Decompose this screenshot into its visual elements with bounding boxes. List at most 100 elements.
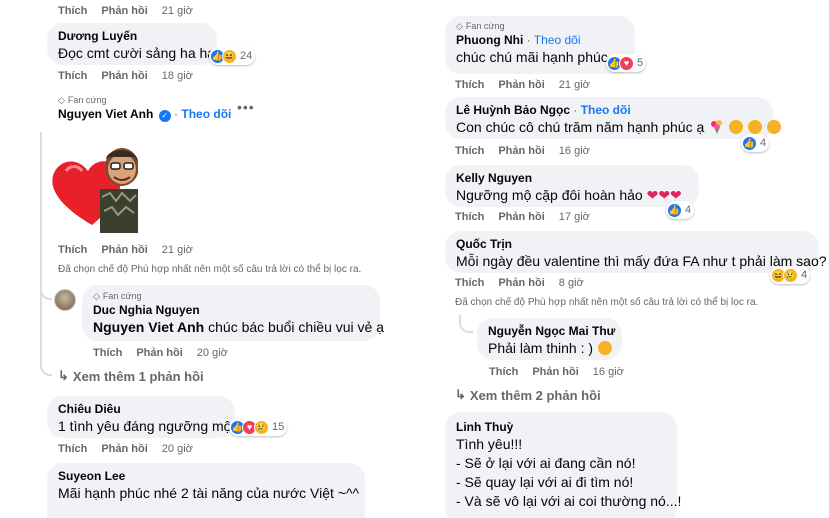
comment-bubble: Kelly Nguyen Ngưỡng mộ cặp đôi hoàn hảo … [445,165,699,207]
sad-reaction-icon: 😢 [254,419,269,435]
sad-reaction-icon: 😢 [783,267,798,283]
like-button[interactable]: Thích [58,70,87,82]
comment-time[interactable]: 21 giờ [162,244,193,256]
comment-author[interactable]: Kelly Nguyen [456,171,688,186]
follow-link[interactable]: Theo dõi [534,33,581,47]
follow-link[interactable]: Theo dõi [181,107,231,121]
reply-button[interactable]: Phản hồi [101,244,147,256]
view-more-replies[interactable]: ↳ Xem thêm 2 phản hồi [455,387,601,403]
heart-emoji-icon: ❤ [658,187,671,203]
reaction-count: 4 [760,137,767,149]
reaction-summary[interactable]: 😆 😢 4 [770,266,811,284]
reply-button[interactable]: Phản hồi [498,211,544,223]
comment-actions: Thích Phản hồi 21 giờ [58,5,193,17]
like-button[interactable]: Thích [58,5,87,17]
reply-text: chúc bác buổi chiều vui vẻ ạ [204,319,385,335]
comment-time[interactable]: 16 giờ [593,366,624,378]
comment-text-line: - Sẽ quay lại với ai đi tìm nó! [456,474,634,490]
comment-time[interactable]: 8 giờ [559,277,584,289]
comment-text: Ngưỡng mộ cặp đôi hoàn hảo ❤❤❤ [456,186,688,204]
comment-actions: Thích Phản hồi 17 giờ [455,211,590,223]
reaction-summary[interactable]: 👍 😆 24 [209,47,256,65]
reply-arrow-icon: ↳ [58,368,69,383]
like-button[interactable]: Thích [58,244,87,256]
follow-link[interactable]: Theo dõi [581,103,631,117]
like-button[interactable]: Thích [455,79,484,91]
thread-connector [40,362,52,376]
comment-time[interactable]: 18 giờ [162,70,193,82]
mention-link[interactable]: Nguyen Viet Anh [93,319,204,335]
comment-bubble: Dương Luyến Đọc cmt cười sảng ha ha [47,23,217,65]
reply-button[interactable]: Phản hồi [136,347,182,359]
fan-badge-label: Fan cứng [465,21,505,31]
comment-text: Mãi hạnh phúc nhé 2 tài năng của nước Vi… [58,485,360,501]
comment-time[interactable]: 17 giờ [559,211,590,223]
like-button[interactable]: Thích [455,277,484,289]
comment-time[interactable]: 20 giờ [162,443,193,455]
like-button[interactable]: Thích [455,145,484,157]
comment-text: chúc chú mãi hạnh phúc [456,49,608,65]
like-button[interactable]: Thích [58,443,87,455]
comment-author[interactable]: Duc Nghia Nguyen [93,303,369,318]
thread-connector [459,315,473,333]
comment-author[interactable]: Quốc Trịn [456,237,808,252]
thread-line [40,132,42,362]
reply-button[interactable]: Phản hồi [101,443,147,455]
comment-header: Lê Huỳnh Bảo Ngọc · Theo dõi [456,103,631,117]
avatar[interactable] [54,289,76,311]
comment-time[interactable]: 20 giờ [197,347,228,359]
like-button[interactable]: Thích [489,366,518,378]
fan-badge-label: Fan cứng [102,291,142,301]
comment-time[interactable]: 21 giờ [559,79,590,91]
comment-text: Phải làm thinh : ) [488,339,612,357]
reaction-summary[interactable]: 👍 4 [741,134,770,152]
comment-time[interactable]: 21 giờ [162,5,193,17]
fan-badge: ◇ Fan cứng [93,290,369,302]
view-more-replies[interactable]: ↳ Xem thêm 1 phản hồi [58,368,204,384]
comment-header: ◇ Fan cứng Nguyen Viet Anh ✓ · Theo dõi [58,94,258,122]
reply-button[interactable]: Phản hồi [498,79,544,91]
verified-icon: ✓ [158,110,171,122]
comment-author[interactable]: Linh Thuỳ [456,420,666,435]
reaction-count: 15 [272,421,285,433]
like-button[interactable]: Thích [93,347,122,359]
comment-author[interactable]: Dương Luyến [58,29,206,44]
comment-time[interactable]: 16 giờ [559,145,590,157]
comment-actions: Thích Phản hồi 21 giờ [455,79,590,91]
comment-author[interactable]: Suyeon Lee [58,469,354,484]
comment-bubble: Suyeon Lee Mãi hạnh phúc nhé 2 tài năng … [47,463,365,518]
comment-actions: Thích Phản hồi 8 giờ [455,277,584,289]
reply-button[interactable]: Phản hồi [532,366,578,378]
reply-button[interactable]: Phản hồi [498,277,544,289]
reply-arrow-icon: ↳ [455,387,466,402]
comment-text: Nguyen Viet Anh chúc bác buổi chiều vui … [93,318,384,336]
reaction-summary[interactable]: 👍 ♥ 5 [606,54,647,72]
comment-actions: Thích Phản hồi 20 giờ [93,347,228,359]
comment-author[interactable]: Lê Huỳnh Bảo Ngọc [456,103,570,117]
reaction-summary[interactable]: 👍 4 [666,201,695,219]
like-reaction-icon: 👍 [667,202,682,218]
diamond-icon: ◇ [58,95,65,105]
reply-button[interactable]: Phản hồi [101,5,147,17]
diamond-icon: ◇ [456,21,463,31]
comment-bubble: Quốc Trịn Mỗi ngày đều valentine thì mấy… [445,231,827,273]
view-more-label: Xem thêm 2 phản hồi [469,387,601,403]
comment-text-body: Con chúc cô chú trăm năm hạnh phúc ạ [456,119,705,135]
kiss-emoji-icon [766,120,781,134]
reply-bubble: ◇ Fan cứng Duc Nghia Nguyen Nguyen Viet … [82,285,384,341]
like-button[interactable]: Thích [455,211,484,223]
reaction-count: 5 [637,57,644,69]
comment-text-body: Phải làm thinh : ) [488,340,594,356]
haha-reaction-icon: 😆 [222,48,237,64]
comment-author[interactable]: Phuong Nhi [456,33,523,47]
comment-author[interactable]: Chiêu Diêu [58,402,224,417]
reply-button[interactable]: Phản hồi [101,70,147,82]
reply-bubble: Nguyễn Ngọc Mai Thư Phải làm thinh : ) [477,318,622,360]
reaction-count: 4 [685,204,692,216]
comment-author[interactable]: Nguyen Viet Anh [58,107,153,121]
reply-button[interactable]: Phản hồi [498,145,544,157]
reaction-summary[interactable]: 👍 ♥ 😢 15 [229,418,288,436]
comment-bubble: Chiêu Diêu 1 tình yêu đáng ngưỡng mộ [47,396,235,438]
more-options-icon[interactable]: ••• [237,99,255,115]
comment-author[interactable]: Nguyễn Ngọc Mai Thư [488,324,615,339]
